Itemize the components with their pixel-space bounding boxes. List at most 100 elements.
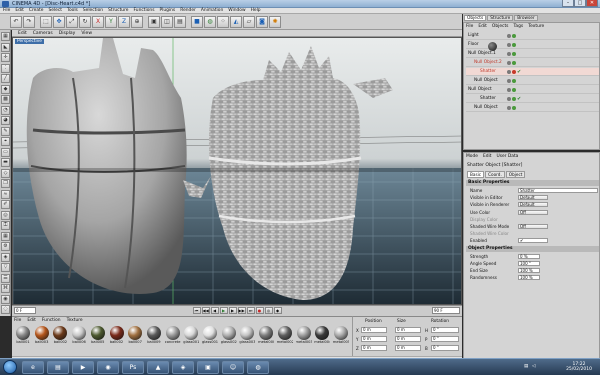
render-view-icon[interactable]: ▣ <box>148 15 160 28</box>
material-swatch[interactable]: ball005 <box>90 326 106 346</box>
material-swatch[interactable]: glass001 <box>183 326 199 346</box>
render-visibility-dot[interactable] <box>512 61 516 65</box>
previous-key-icon[interactable]: ◀◀ <box>201 307 210 314</box>
minimize-button[interactable]: – <box>562 0 574 7</box>
deformer-icon[interactable]: ◭ <box>230 15 242 28</box>
attribute-tab-coord[interactable]: Coord. <box>485 171 505 178</box>
start-button[interactable] <box>3 360 17 374</box>
visibility-flags[interactable] <box>507 106 516 110</box>
editor-visibility-dot[interactable] <box>507 106 511 110</box>
material-menu-texture[interactable]: Texture <box>67 318 83 323</box>
editor-visibility-dot[interactable] <box>507 52 511 56</box>
object-row[interactable]: Light <box>466 32 599 40</box>
material-tag-icon[interactable] <box>488 42 497 51</box>
points-mode-icon[interactable]: ⁚ <box>1 63 10 73</box>
material-swatch[interactable]: ball001 <box>15 326 31 346</box>
object-row[interactable]: Null Object.1 <box>466 50 599 58</box>
menu-render[interactable]: Render <box>180 8 196 13</box>
object-tool-icon[interactable]: ◉ <box>1 294 10 304</box>
position-field[interactable]: 0 m <box>361 327 387 333</box>
object-row[interactable]: Shatter ✔ <box>466 95 599 103</box>
material-menu-file[interactable]: File <box>14 318 21 323</box>
object-row[interactable]: Null Object.2 <box>466 59 599 67</box>
material-swatch[interactable]: glass003 <box>239 326 255 346</box>
python-script-icon[interactable]: ⌘ <box>1 284 10 293</box>
render-visibility-dot[interactable] <box>512 97 516 101</box>
go-to-start-icon[interactable]: ⏮ <box>192 307 201 314</box>
light-icon[interactable]: ✺ <box>269 15 281 28</box>
menu-select[interactable]: Select <box>48 8 62 13</box>
rotation-field[interactable]: 0 ° <box>431 345 459 351</box>
render-visibility-dot[interactable] <box>512 34 516 38</box>
property-value[interactable]: 100 % <box>518 268 540 273</box>
grid-icon[interactable]: ▦ <box>1 231 10 241</box>
coordinate-system-icon[interactable]: ⊕ <box>131 15 143 28</box>
viewport-menu-cameras[interactable]: Cameras <box>33 31 53 36</box>
editor-visibility-dot[interactable] <box>507 61 511 65</box>
size-field[interactable]: 0 m <box>395 327 421 333</box>
explorer-icon[interactable]: ▤ <box>47 361 69 374</box>
planar-icon[interactable]: ◇ <box>1 168 10 178</box>
redo-icon[interactable]: ↷ <box>23 15 35 28</box>
layer-icon[interactable]: ☰ <box>1 273 10 283</box>
visibility-flags[interactable] <box>507 88 516 92</box>
object-row[interactable]: Null Object <box>466 77 599 85</box>
material-swatch[interactable]: glass001 <box>202 326 218 346</box>
property-value[interactable]: Off <box>518 209 548 215</box>
attribute-menu-user-data[interactable]: User Data <box>496 154 518 159</box>
next-frame-icon[interactable]: ▶ <box>228 307 237 314</box>
menu-selection[interactable]: Selection <box>83 8 103 13</box>
material-menu-function[interactable]: Function <box>42 318 61 323</box>
object-axis-icon[interactable]: ✛ <box>1 53 10 62</box>
go-to-end-icon[interactable]: ⏭ <box>246 307 255 314</box>
maximize-button[interactable]: □ <box>574 0 586 7</box>
enabled-check-icon[interactable]: ✔ <box>517 95 521 103</box>
play-icon[interactable]: ▶ <box>219 307 228 314</box>
editor-visibility-dot[interactable] <box>507 34 511 38</box>
render-region-icon[interactable]: ◫ <box>161 15 173 28</box>
material-swatch[interactable]: ball007 <box>127 326 143 346</box>
object-menu-objects[interactable]: Objects <box>492 24 509 29</box>
array-icon[interactable]: ⁘ <box>217 15 229 28</box>
hair-icon[interactable]: ≈ <box>1 189 10 199</box>
locked-workplane-icon[interactable]: ▬ <box>1 158 10 167</box>
menu-file[interactable]: File <box>3 8 10 13</box>
attribute-menu-mode[interactable]: Mode <box>466 154 478 159</box>
visibility-flags[interactable] <box>507 70 516 74</box>
object-menu-texture[interactable]: Texture <box>528 24 544 29</box>
uv-points-icon[interactable]: ◔ <box>1 105 10 115</box>
sculpt-icon[interactable]: ✐ <box>1 200 10 209</box>
x-axis-icon[interactable]: X <box>92 15 104 28</box>
scale-icon[interactable]: ⤢ <box>66 15 78 28</box>
network-tray-icon[interactable]: ▤ <box>524 364 528 369</box>
filter-icon[interactable]: ▽ <box>1 263 10 272</box>
workplane-icon[interactable]: ▭ <box>1 147 10 157</box>
object-row[interactable]: Shatter ✔ <box>466 68 599 76</box>
material-swatch[interactable]: metal000 <box>258 326 274 346</box>
rotation-field[interactable]: 0 ° <box>431 336 459 342</box>
folder-icon[interactable]: ▣ <box>197 361 219 374</box>
material-swatch[interactable]: metal005 <box>333 326 349 346</box>
previous-frame-icon[interactable]: ◀ <box>210 307 219 314</box>
enabled-check-icon[interactable]: ✔ <box>517 68 521 76</box>
render-visibility-dot[interactable] <box>512 43 516 47</box>
visibility-flags[interactable] <box>507 79 516 83</box>
visibility-flags[interactable] <box>507 43 516 47</box>
visibility-flags[interactable] <box>507 97 516 101</box>
material-swatch[interactable]: ball003 <box>34 326 50 346</box>
property-value[interactable]: 100 % <box>518 275 540 281</box>
editor-visibility-dot[interactable] <box>507 79 511 83</box>
firefox-icon[interactable]: ◍ <box>247 361 269 374</box>
y-axis-icon[interactable]: Y <box>105 15 117 28</box>
menu-create[interactable]: Create <box>29 8 44 13</box>
property-value[interactable]: ✔ <box>518 238 548 244</box>
ie-icon[interactable]: e <box>22 361 44 374</box>
volume-tray-icon[interactable]: ◁ <box>532 364 535 369</box>
cinema4d-icon[interactable]: ◉ <box>97 361 119 374</box>
undo-icon[interactable]: ↶ <box>10 15 22 28</box>
autokey-icon[interactable]: ◎ <box>264 307 273 314</box>
viewport-menu-display[interactable]: Display <box>59 31 76 36</box>
property-value[interactable]: Shatter <box>518 188 598 193</box>
cube-icon[interactable]: ■ <box>191 15 203 28</box>
material-swatch[interactable]: ball002 <box>52 326 68 346</box>
